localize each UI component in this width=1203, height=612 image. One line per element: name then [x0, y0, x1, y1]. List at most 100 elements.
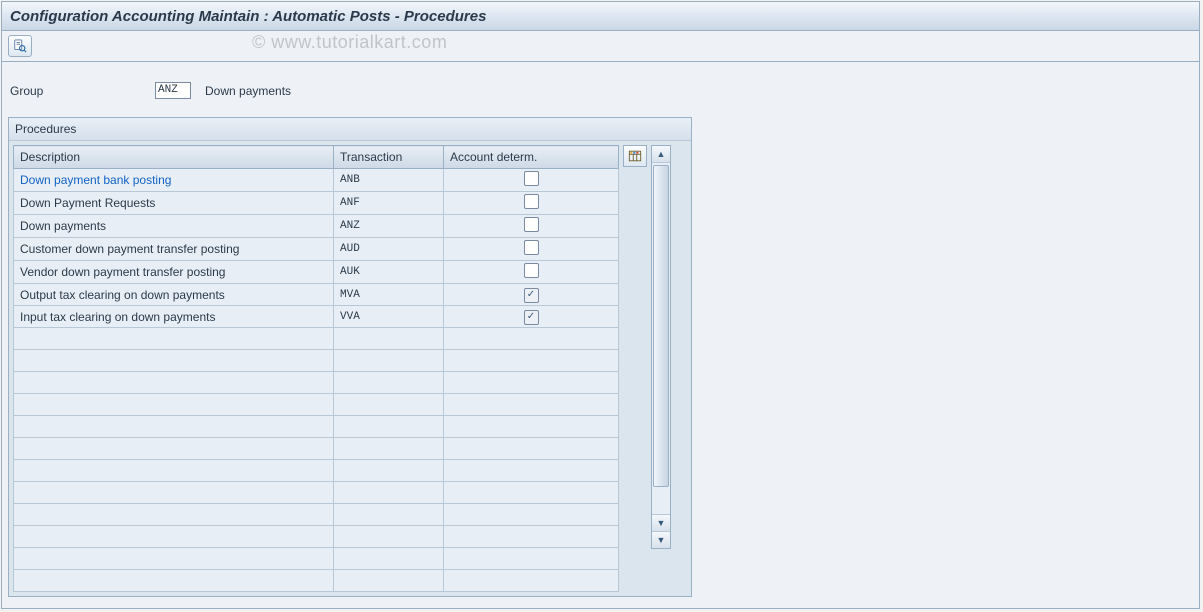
cell-description[interactable]: Output tax clearing on down payments	[14, 284, 334, 306]
cell-account-determ[interactable]: ✓	[444, 306, 619, 328]
checkbox-icon[interactable]	[524, 217, 539, 232]
cell-empty[interactable]	[444, 416, 619, 438]
scroll-thumb[interactable]	[653, 165, 669, 487]
cell-description[interactable]: Input tax clearing on down payments	[14, 306, 334, 328]
scroll-down-icon[interactable]: ▼	[652, 514, 670, 531]
cell-empty[interactable]	[14, 394, 334, 416]
table-row-empty[interactable]	[14, 482, 619, 504]
cell-empty[interactable]	[14, 460, 334, 482]
cell-empty[interactable]	[14, 328, 334, 350]
cell-transaction[interactable]: ANB	[334, 169, 444, 192]
row-link[interactable]: Down payment bank posting	[20, 173, 171, 187]
table-row-empty[interactable]	[14, 416, 619, 438]
cell-empty[interactable]	[334, 526, 444, 548]
cell-empty[interactable]	[14, 548, 334, 570]
cell-empty[interactable]	[14, 350, 334, 372]
cell-description[interactable]: Vendor down payment transfer posting	[14, 261, 334, 284]
cell-empty[interactable]	[334, 350, 444, 372]
scroll-page-down-icon[interactable]: ▼	[652, 531, 670, 548]
cell-empty[interactable]	[334, 482, 444, 504]
table-row[interactable]: Down paymentsANZ	[14, 215, 619, 238]
col-description[interactable]: Description	[14, 146, 334, 169]
vertical-scrollbar[interactable]: ▲ ▼ ▼	[651, 145, 671, 549]
cell-account-determ[interactable]	[444, 238, 619, 261]
cell-transaction[interactable]: AUD	[334, 238, 444, 261]
cell-empty[interactable]	[444, 526, 619, 548]
cell-transaction[interactable]: ANF	[334, 192, 444, 215]
cell-account-determ[interactable]	[444, 192, 619, 215]
cell-empty[interactable]	[334, 504, 444, 526]
table-row-empty[interactable]	[14, 570, 619, 592]
procedures-table: Description Transaction Account determ. …	[13, 145, 619, 592]
col-transaction[interactable]: Transaction	[334, 146, 444, 169]
cell-description[interactable]: Down payments	[14, 215, 334, 238]
procedures-panel: Procedures Description Transaction Accou…	[8, 117, 692, 597]
cell-empty[interactable]	[444, 504, 619, 526]
cell-empty[interactable]	[444, 570, 619, 592]
cell-empty[interactable]	[334, 372, 444, 394]
cell-account-determ[interactable]	[444, 169, 619, 192]
cell-empty[interactable]	[444, 394, 619, 416]
scroll-track[interactable]	[652, 163, 670, 514]
table-row[interactable]: Customer down payment transfer postingAU…	[14, 238, 619, 261]
cell-empty[interactable]	[444, 438, 619, 460]
table-header-row: Description Transaction Account determ.	[14, 146, 619, 169]
cell-empty[interactable]	[444, 372, 619, 394]
cell-empty[interactable]	[14, 526, 334, 548]
table-row[interactable]: Input tax clearing on down paymentsVVA ✓	[14, 306, 619, 328]
cell-empty[interactable]	[444, 548, 619, 570]
table-row-empty[interactable]	[14, 372, 619, 394]
table-row[interactable]: Down Payment RequestsANF	[14, 192, 619, 215]
table-row-empty[interactable]	[14, 526, 619, 548]
cell-empty[interactable]	[14, 372, 334, 394]
table-row-empty[interactable]	[14, 504, 619, 526]
cell-empty[interactable]	[444, 460, 619, 482]
cell-empty[interactable]	[334, 570, 444, 592]
checkbox-icon[interactable]	[524, 171, 539, 186]
cell-empty[interactable]	[334, 394, 444, 416]
cell-empty[interactable]	[334, 438, 444, 460]
checkbox-icon[interactable]: ✓	[524, 288, 539, 303]
scroll-up-icon[interactable]: ▲	[652, 146, 670, 163]
table-row-empty[interactable]	[14, 394, 619, 416]
cell-description[interactable]: Customer down payment transfer posting	[14, 238, 334, 261]
cell-empty[interactable]	[14, 438, 334, 460]
table-row-empty[interactable]	[14, 328, 619, 350]
checkbox-icon[interactable]	[524, 263, 539, 278]
cell-empty[interactable]	[14, 570, 334, 592]
checkbox-icon[interactable]	[524, 194, 539, 209]
cell-empty[interactable]	[334, 416, 444, 438]
cell-empty[interactable]	[444, 482, 619, 504]
checkbox-icon[interactable]: ✓	[524, 310, 539, 325]
cell-description[interactable]: Down Payment Requests	[14, 192, 334, 215]
table-row-empty[interactable]	[14, 438, 619, 460]
cell-empty[interactable]	[334, 548, 444, 570]
cell-account-determ[interactable]: ✓	[444, 284, 619, 306]
table-row[interactable]: Output tax clearing on down paymentsMVA ✓	[14, 284, 619, 306]
cell-description[interactable]: Down payment bank posting	[14, 169, 334, 192]
cell-transaction[interactable]: AUK	[334, 261, 444, 284]
panel-title: Procedures	[9, 118, 691, 141]
table-row[interactable]: Down payment bank posting ANB	[14, 169, 619, 192]
cell-empty[interactable]	[444, 328, 619, 350]
table-row-empty[interactable]	[14, 548, 619, 570]
group-field[interactable]: ANZ	[155, 82, 191, 99]
cell-empty[interactable]	[444, 350, 619, 372]
checkbox-icon[interactable]	[524, 240, 539, 255]
cell-account-determ[interactable]	[444, 215, 619, 238]
cell-empty[interactable]	[334, 460, 444, 482]
table-row[interactable]: Vendor down payment transfer postingAUK	[14, 261, 619, 284]
cell-empty[interactable]	[334, 328, 444, 350]
cell-account-determ[interactable]	[444, 261, 619, 284]
cell-transaction[interactable]: ANZ	[334, 215, 444, 238]
table-row-empty[interactable]	[14, 350, 619, 372]
col-account-determ[interactable]: Account determ.	[444, 146, 619, 169]
cell-empty[interactable]	[14, 416, 334, 438]
cell-transaction[interactable]: VVA	[334, 306, 444, 328]
table-row-empty[interactable]	[14, 460, 619, 482]
details-button[interactable]	[8, 35, 32, 57]
table-settings-button[interactable]	[623, 145, 647, 167]
cell-empty[interactable]	[14, 504, 334, 526]
cell-transaction[interactable]: MVA	[334, 284, 444, 306]
cell-empty[interactable]	[14, 482, 334, 504]
